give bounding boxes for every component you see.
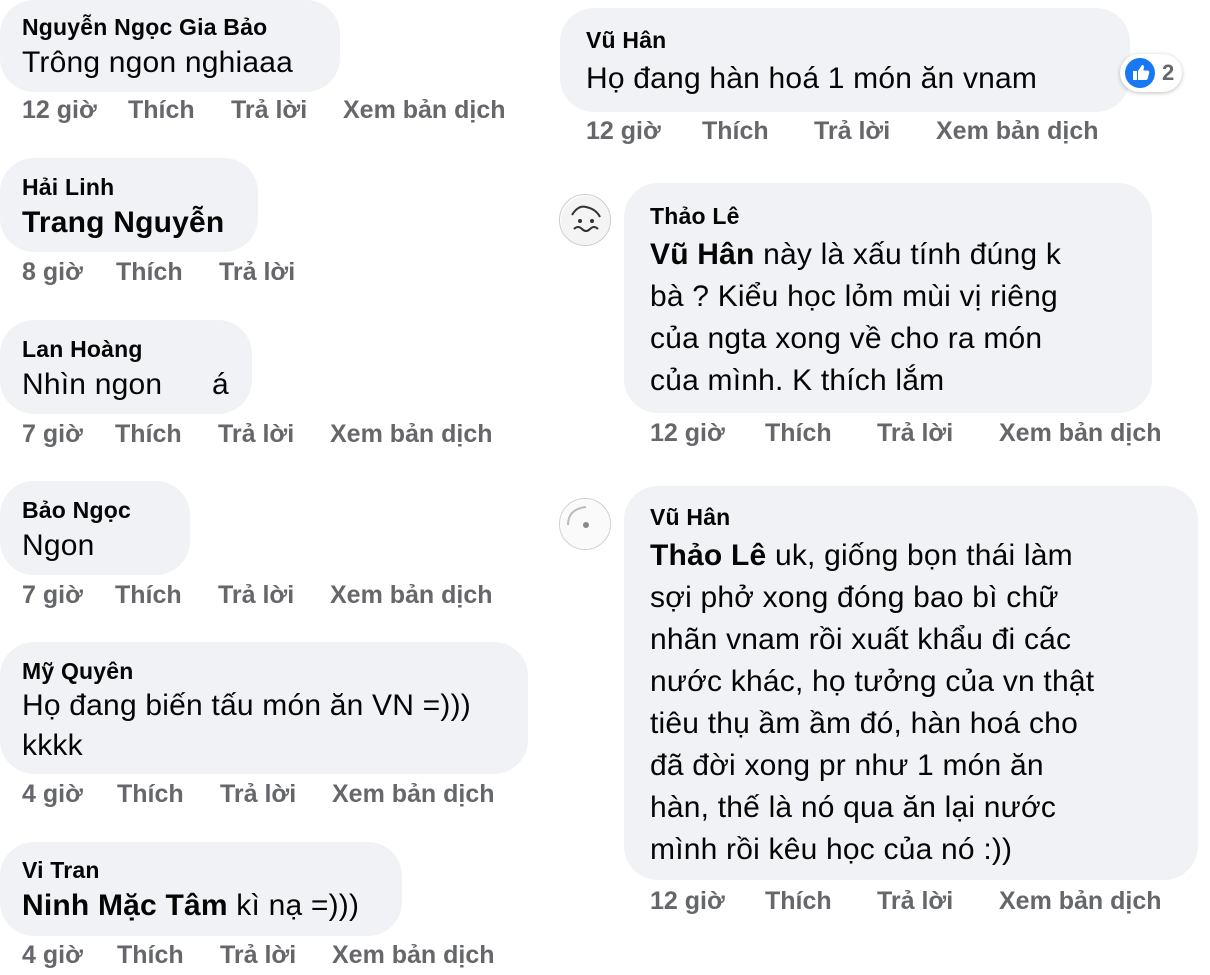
comment-text: Ngon [22,529,95,562]
comment-text: Họ đang hàn hoá 1 món ăn vnam [586,62,1038,95]
comment-text: Thảo Lê uk, giống bọn thái làm [650,535,1073,577]
reply-link[interactable]: Trả lời [877,887,953,916]
avatar-circle-icon [561,500,610,549]
like-link[interactable]: Thích [128,96,195,125]
avatar[interactable] [559,194,611,246]
comment-text-body: uk, giống bọn thái làm [766,539,1073,572]
like-link[interactable]: Thích [115,581,182,610]
like-link[interactable]: Thích [117,780,184,809]
thumbs-up-icon [1125,58,1155,88]
comment-text: Nhìn ngon [22,368,163,401]
translate-link[interactable]: Xem bản dịch [330,420,493,449]
comment-text: sợi phở xong đóng bao bì chữ [650,581,1059,614]
comment-text: của ngta xong về cho ra món [650,322,1043,355]
comment-time[interactable]: 12 giờ [586,117,661,146]
comment-time[interactable]: 12 giờ [650,419,725,448]
translate-link[interactable]: Xem bản dịch [999,419,1162,448]
mention-link[interactable]: Thảo Lê [650,539,766,572]
comment-time[interactable]: 4 giờ [22,941,83,970]
reply-link[interactable]: Trả lời [218,420,294,449]
comment-text: nước khác, họ tưởng của vn thật [650,665,1095,698]
reply-link[interactable]: Trả lời [219,258,295,287]
comment-author[interactable]: Nguyễn Ngọc Gia Bảo [22,14,267,41]
comment-author[interactable]: Vũ Hân [586,27,666,54]
avatar[interactable] [559,498,611,550]
comment-author[interactable]: Hải Linh [22,174,114,201]
like-link[interactable]: Thích [115,420,182,449]
like-link[interactable]: Thích [765,419,832,448]
translate-link[interactable]: Xem bản dịch [999,887,1162,916]
comment-author[interactable]: Thảo Lê [650,203,740,230]
comment-text: kkkk [22,729,83,762]
comment-text: Ninh Mặc Tâm kì nạ =))) [22,885,359,927]
like-link[interactable]: Thích [765,887,832,916]
comment-text: mình rồi kêu học của nó :)) [650,833,1013,866]
reply-link[interactable]: Trả lời [218,581,294,610]
mention-link[interactable]: Ninh Mặc Tâm [22,889,228,922]
translate-link[interactable]: Xem bản dịch [330,581,493,610]
reply-link[interactable]: Trả lời [877,419,953,448]
comment-time[interactable]: 12 giờ [650,887,725,916]
mention-link[interactable]: Trang Nguyễn [22,206,224,239]
avatar-sketch-icon [561,196,610,245]
comment-time[interactable]: 4 giờ [22,780,83,809]
comment-text: hàn, thế là nó qua ăn lại nước [650,791,1057,824]
reaction-count: 2 [1162,60,1175,85]
comment-text: Trang Nguyễn [22,202,224,244]
reaction-badge[interactable]: 2 [1120,54,1183,92]
comment-text: của mình. K thích lắm [650,364,945,397]
comment-text: đã đời xong pr như 1 món ăn [650,749,1044,782]
comment-text: tiêu thụ ầm ầm đó, hàn hoá cho [650,707,1078,740]
comment-time[interactable]: 7 giờ [22,420,83,449]
reply-link[interactable]: Trả lời [814,117,890,146]
comment-text-body: này là xấu tính đúng k [754,238,1062,271]
translate-link[interactable]: Xem bản dịch [332,941,495,970]
comment-text-tail: á [212,368,229,401]
comment-author[interactable]: Lan Hoàng [22,336,143,363]
reply-link[interactable]: Trả lời [220,941,296,970]
comment-author[interactable]: Vi Tran [22,857,100,884]
reply-link[interactable]: Trả lời [231,96,307,125]
like-link[interactable]: Thích [116,258,183,287]
comment-text: bà ? Kiểu học lỏm mùi vị riêng [650,280,1058,313]
comment-text: Trông ngon nghiaaa [22,46,294,79]
mention-link[interactable]: Vũ Hân [650,238,755,271]
reply-link[interactable]: Trả lời [220,780,296,809]
comment-time[interactable]: 7 giờ [22,581,83,610]
comment-author[interactable]: Bảo Ngọc [22,497,131,524]
comment-text: Họ đang biến tấu món ăn VN =))) [22,689,471,722]
comment-author[interactable]: Vũ Hân [650,504,730,531]
comment-author[interactable]: Mỹ Quyên [22,658,134,685]
translate-link[interactable]: Xem bản dịch [936,117,1099,146]
comment-time[interactable]: 8 giờ [22,258,83,287]
comment-text: nhãn vnam rồi xuất khẩu đi các [650,623,1072,656]
comment-text-body: kì nạ =))) [227,889,360,922]
translate-link[interactable]: Xem bản dịch [343,96,506,125]
translate-link[interactable]: Xem bản dịch [332,780,495,809]
like-link[interactable]: Thích [702,117,769,146]
comment-text: Vũ Hân này là xấu tính đúng k [650,234,1061,276]
like-link[interactable]: Thích [117,941,184,970]
comment-time[interactable]: 12 giờ [22,96,97,125]
